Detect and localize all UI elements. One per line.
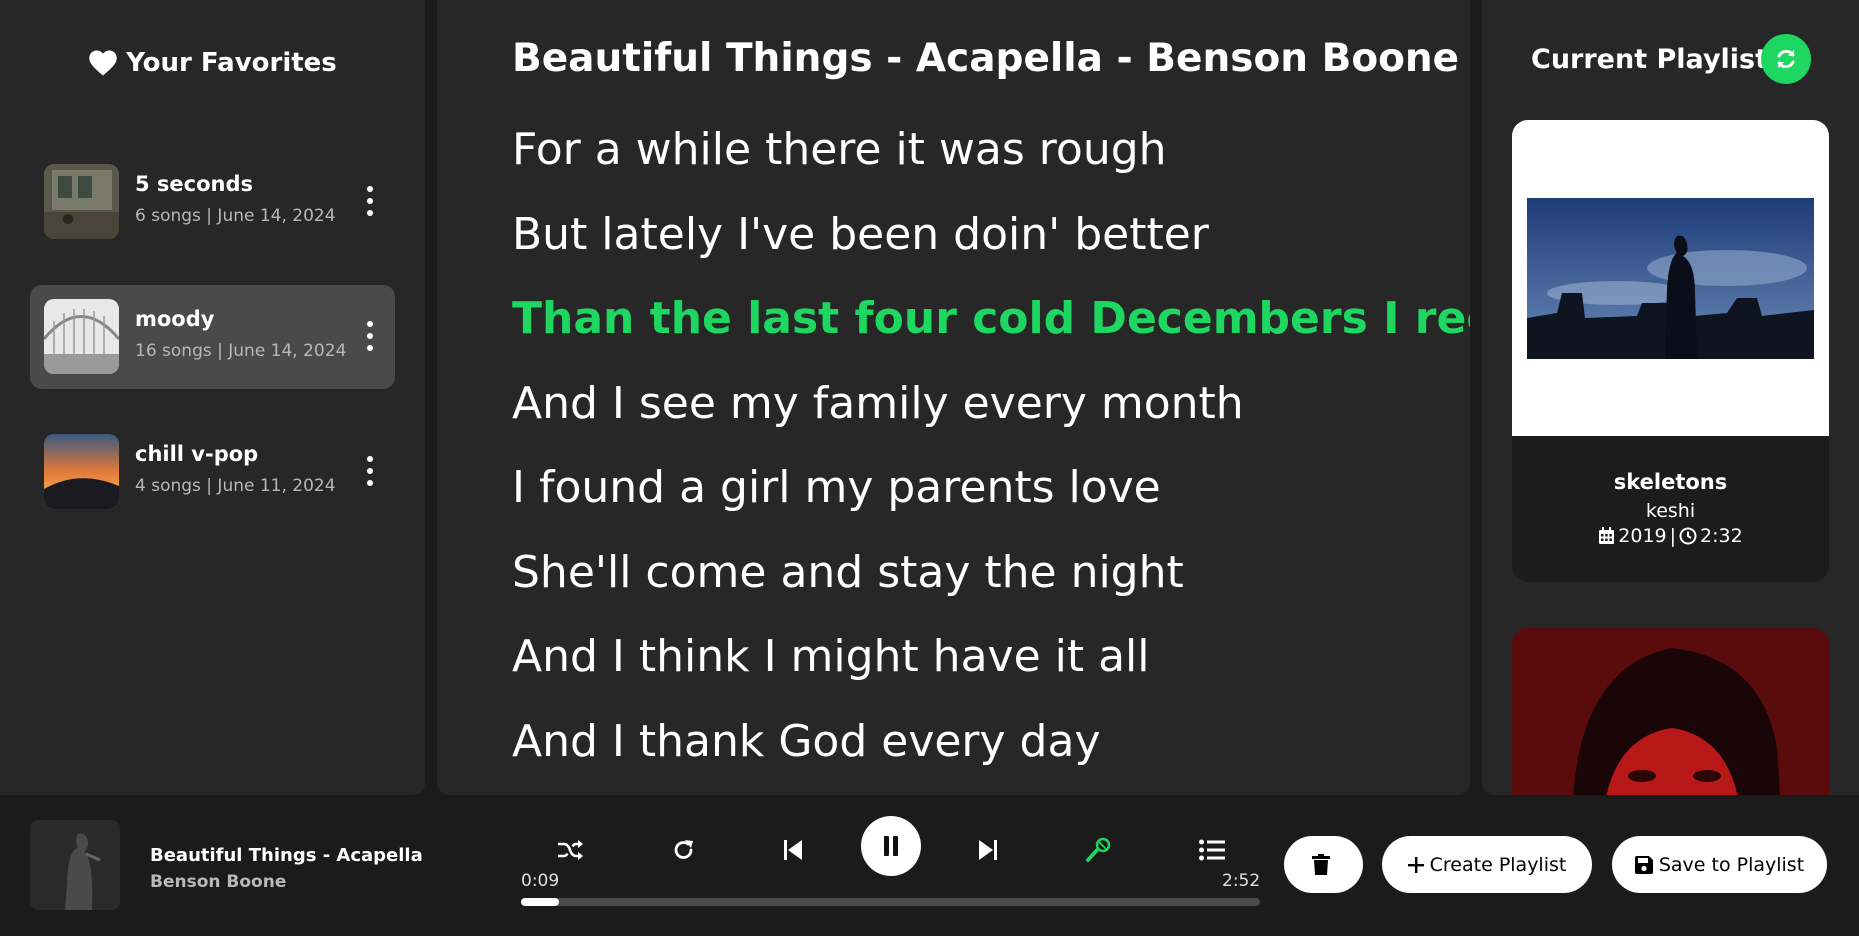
lyric-line[interactable]: I found a girl my parents love bbox=[512, 460, 1470, 545]
pause-button[interactable] bbox=[861, 816, 921, 876]
elapsed-time: 0:09 bbox=[521, 871, 560, 891]
playlist-item[interactable]: moody 16 songs | June 14, 2024 bbox=[30, 285, 395, 389]
heart-icon bbox=[89, 50, 117, 76]
create-playlist-label: Create Playlist bbox=[1429, 853, 1567, 876]
create-playlist-button[interactable]: Create Playlist bbox=[1382, 836, 1592, 893]
song-card-year: 2019 bbox=[1618, 525, 1667, 547]
lyrics-list: For a while there it was rough But latel… bbox=[512, 122, 1470, 795]
now-playing-artist: Benson Boone bbox=[150, 872, 287, 892]
song-card-name: skeletons bbox=[1613, 470, 1728, 494]
delete-button[interactable] bbox=[1284, 836, 1363, 893]
total-time: 2:52 bbox=[1222, 871, 1261, 891]
previous-button[interactable] bbox=[773, 830, 813, 870]
list-icon bbox=[1199, 839, 1225, 861]
lyric-line-current[interactable]: Than the last four cold Decembers I reca… bbox=[512, 291, 1470, 376]
song-card[interactable] bbox=[1512, 628, 1829, 795]
repeat-button[interactable] bbox=[664, 830, 704, 870]
playlist-name: moody bbox=[135, 307, 215, 331]
playlist-name: chill v-pop bbox=[135, 442, 259, 466]
lyrics-song-title: Beautiful Things - Acapella - Benson Boo… bbox=[512, 36, 1460, 81]
playlist-item[interactable]: chill v-pop 4 songs | June 11, 2024 bbox=[30, 420, 395, 524]
playlist-meta: 6 songs | June 14, 2024 bbox=[135, 206, 336, 226]
progress-fill bbox=[521, 898, 560, 906]
now-playing-title: Beautiful Things - Acapella bbox=[150, 845, 423, 866]
skip-back-icon bbox=[784, 840, 802, 860]
shuffle-icon bbox=[558, 840, 583, 860]
skip-forward-icon bbox=[979, 840, 997, 860]
lyric-line[interactable]: For a while there it was rough bbox=[512, 122, 1470, 207]
song-card-meta: 2019 | 2:32 bbox=[1512, 525, 1829, 547]
lyrics-panel: Beautiful Things - Acapella - Benson Boo… bbox=[437, 0, 1470, 795]
shuffle-button[interactable] bbox=[550, 830, 590, 870]
lyric-line[interactable]: And I thank God every day bbox=[512, 714, 1470, 796]
playlist-cover bbox=[44, 164, 119, 239]
microphone-icon bbox=[1085, 837, 1111, 863]
lyric-line[interactable]: And I see my family every month bbox=[512, 376, 1470, 461]
favorites-title: Your Favorites bbox=[126, 48, 337, 78]
refresh-button[interactable] bbox=[1761, 34, 1811, 84]
progress-bar[interactable] bbox=[521, 898, 1260, 906]
current-playlist-panel: Current Playlist skeletons keshi 2019 | … bbox=[1482, 0, 1859, 795]
lyric-line[interactable]: And I think I might have it all bbox=[512, 629, 1470, 714]
song-card-cover bbox=[1512, 120, 1829, 436]
meta-separator: | bbox=[1669, 525, 1677, 547]
lyrics-button[interactable] bbox=[1078, 830, 1118, 870]
queue-button[interactable] bbox=[1192, 830, 1232, 870]
refresh-icon bbox=[1777, 49, 1795, 69]
current-playlist-title: Current Playlist bbox=[1531, 44, 1769, 75]
calendar-icon bbox=[1599, 527, 1615, 544]
song-card-duration: 2:32 bbox=[1700, 525, 1743, 547]
playlist-name: 5 seconds bbox=[135, 172, 254, 196]
playlist-meta: 4 songs | June 11, 2024 bbox=[135, 476, 336, 496]
lyric-line[interactable]: She'll come and stay the night bbox=[512, 545, 1470, 630]
save-icon bbox=[1634, 855, 1653, 874]
song-card-artist: keshi bbox=[1645, 500, 1696, 522]
playlist-cover bbox=[44, 299, 119, 374]
next-button[interactable] bbox=[968, 830, 1008, 870]
save-to-playlist-button[interactable]: Save to Playlist bbox=[1612, 836, 1827, 893]
trash-icon bbox=[1311, 854, 1330, 875]
playlist-meta: 16 songs | June 14, 2024 bbox=[135, 341, 347, 361]
pause-icon bbox=[884, 836, 898, 856]
song-card[interactable]: skeletons keshi 2019 | 2:32 bbox=[1512, 120, 1829, 582]
save-to-playlist-label: Save to Playlist bbox=[1658, 853, 1805, 876]
playlist-item[interactable]: 5 seconds 6 songs | June 14, 2024 bbox=[30, 150, 395, 254]
song-card-cover bbox=[1512, 628, 1829, 795]
plus-icon bbox=[1407, 856, 1424, 873]
more-options-icon[interactable] bbox=[365, 456, 375, 486]
more-options-icon[interactable] bbox=[365, 321, 375, 351]
player-bar: Beautiful Things - Acapella Benson Boone… bbox=[0, 795, 1859, 936]
clock-icon bbox=[1679, 527, 1697, 545]
now-playing-cover bbox=[30, 820, 120, 910]
favorites-panel: Your Favorites 5 seconds 6 songs | June … bbox=[0, 0, 425, 795]
repeat-icon bbox=[674, 840, 693, 859]
more-options-icon[interactable] bbox=[365, 186, 375, 216]
lyric-line[interactable]: But lately I've been doin' better bbox=[512, 207, 1470, 292]
favorites-heading: Your Favorites bbox=[0, 48, 425, 78]
playlist-cover bbox=[44, 434, 119, 509]
